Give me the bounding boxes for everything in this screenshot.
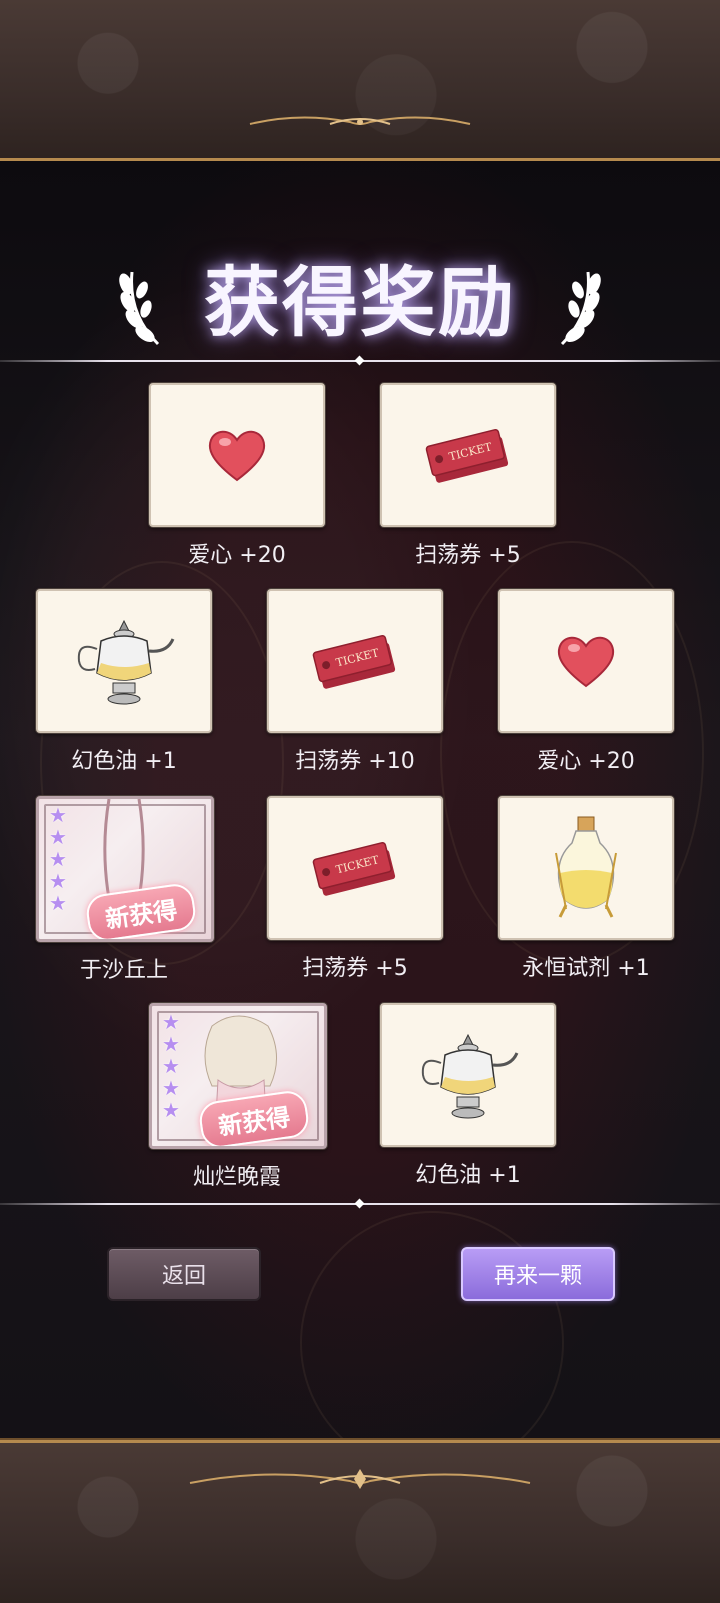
ticket-icon: TICKET	[312, 634, 396, 689]
reward-label: 爱心 +20	[537, 749, 635, 774]
reward-item[interactable]: ★ ★ ★ ★ ★ 新获得 于沙丘上	[36, 796, 214, 984]
reward-item[interactable]: ★ ★ ★ ★ ★ 新获得 灿烂晚霞	[149, 1003, 327, 1191]
reward-item[interactable]: TICKET 扫荡券 +5	[380, 383, 556, 569]
top-frame	[0, 0, 720, 161]
reward-item[interactable]: 幻色油 +1	[380, 1003, 556, 1189]
page-title: 获得奖励	[204, 258, 516, 347]
reward-label: 扫荡券 +5	[415, 543, 521, 568]
divider-bottom	[0, 1198, 720, 1209]
reward-label: 灿烂晚霞	[192, 1165, 281, 1190]
reward-label: 于沙丘上	[79, 958, 168, 983]
reward-label: 永恒试剂 +1	[522, 956, 650, 981]
reward-card[interactable]	[380, 1003, 556, 1147]
back-button[interactable]: 返回	[107, 1247, 261, 1301]
reward-card[interactable]	[498, 796, 674, 940]
reward-item[interactable]: 幻色油 +1	[36, 589, 212, 775]
heart-icon	[208, 430, 266, 482]
reward-item[interactable]: TICKET 扫荡券 +5	[267, 796, 443, 982]
ornament-flourish-icon	[189, 1469, 531, 1489]
reward-label: 幻色油 +1	[71, 749, 177, 774]
reward-label: 扫荡券 +10	[295, 749, 415, 774]
reward-label: 爱心 +20	[188, 543, 286, 568]
reward-card[interactable]: TICKET	[267, 796, 443, 940]
bottom-frame	[0, 1440, 720, 1603]
ornament-flourish-icon	[249, 116, 471, 125]
reward-card[interactable]: ★ ★ ★ ★ ★ 新获得	[149, 1003, 327, 1149]
reward-card[interactable]	[498, 589, 674, 733]
star-icon: ★	[49, 803, 67, 827]
star-icon: ★	[162, 1054, 180, 1078]
star-icon: ★	[49, 869, 67, 893]
draw-again-button[interactable]: 再来一颗	[461, 1247, 615, 1301]
potion-bottle-icon	[555, 816, 617, 918]
reward-card[interactable]: ★ ★ ★ ★ ★ 新获得	[36, 796, 214, 942]
reward-item[interactable]: 爱心 +20	[498, 589, 674, 775]
ticket-icon: TICKET	[425, 428, 509, 483]
teapot-icon	[421, 1033, 519, 1119]
star-rating: ★ ★ ★ ★ ★	[49, 805, 67, 914]
reward-label: 扫荡券 +5	[302, 956, 408, 981]
star-rating: ★ ★ ★ ★ ★	[162, 1012, 180, 1121]
reward-card[interactable]: TICKET	[380, 383, 556, 527]
heart-icon	[557, 636, 615, 688]
reward-title-area: 获得奖励	[0, 258, 720, 348]
star-icon: ★	[162, 1032, 180, 1056]
reward-card[interactable]	[36, 589, 212, 733]
teapot-icon	[77, 619, 175, 705]
star-icon: ★	[162, 1010, 180, 1034]
laurel-right-icon	[560, 271, 601, 346]
laurel-left-icon	[119, 271, 160, 346]
reward-item[interactable]: 爱心 +20	[149, 383, 325, 569]
reward-item[interactable]: 永恒试剂 +1	[498, 796, 674, 982]
reward-card[interactable]	[149, 383, 325, 527]
star-icon: ★	[49, 825, 67, 849]
star-icon: ★	[49, 891, 67, 915]
star-icon: ★	[49, 847, 67, 871]
ticket-icon: TICKET	[312, 841, 396, 896]
divider-top	[0, 355, 720, 366]
reward-card[interactable]: TICKET	[267, 589, 443, 733]
star-icon: ★	[162, 1076, 180, 1100]
reward-item[interactable]: TICKET 扫荡券 +10	[267, 589, 443, 775]
reward-label: 幻色油 +1	[415, 1163, 521, 1188]
star-icon: ★	[162, 1098, 180, 1122]
